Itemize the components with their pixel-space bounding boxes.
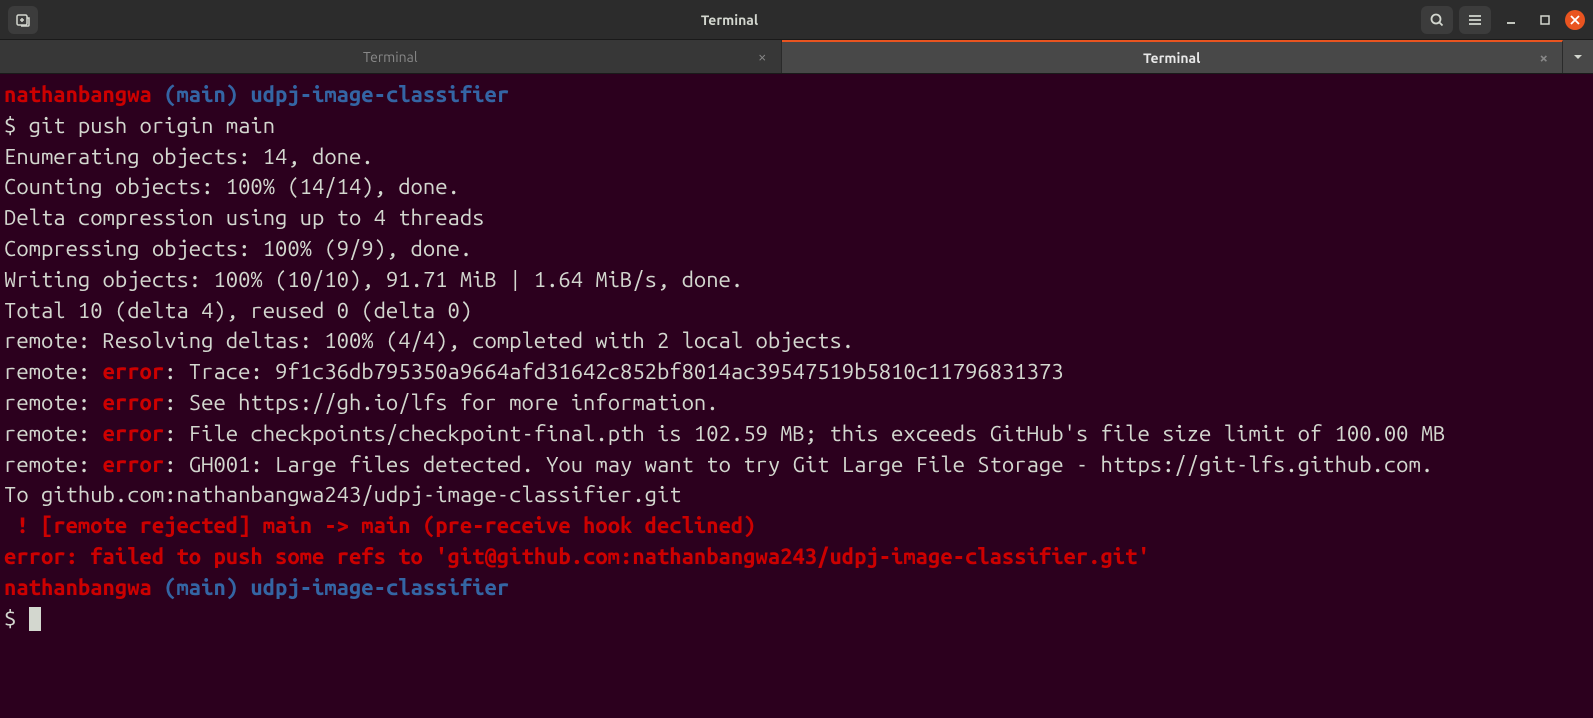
maximize-icon xyxy=(1538,13,1552,27)
error-label: error xyxy=(103,421,165,446)
output-line: : GH001: Large files detected. You may w… xyxy=(164,452,1433,477)
prompt-path: udpj-image-classifier xyxy=(250,82,509,107)
prompt-dollar: $ xyxy=(4,113,16,138)
terminal-output[interactable]: nathanbangwa (main) udpj-image-classifie… xyxy=(0,74,1593,640)
window-title: Terminal xyxy=(38,12,1421,28)
output-line: : See https://gh.io/lfs for more informa… xyxy=(164,390,718,415)
output-line: remote: xyxy=(4,452,103,477)
prompt-dollar: $ xyxy=(4,606,16,631)
error-label: error xyxy=(103,359,165,384)
output-line: Delta compression using up to 4 threads xyxy=(4,205,484,230)
maximize-button[interactable] xyxy=(1531,6,1559,34)
prompt-branch: (main) xyxy=(164,82,238,107)
menu-button[interactable] xyxy=(1459,6,1491,34)
prompt-user: nathanbangwa xyxy=(4,575,152,600)
tab-terminal-1[interactable]: Terminal × xyxy=(0,40,782,73)
tab-terminal-2-active[interactable]: Terminal × xyxy=(782,40,1564,73)
tab-label: Terminal xyxy=(1143,50,1200,66)
titlebar: Terminal xyxy=(0,0,1593,40)
prompt-user: nathanbangwa xyxy=(4,82,152,107)
tabbar: Terminal × Terminal × xyxy=(0,40,1593,74)
minimize-button[interactable] xyxy=(1497,6,1525,34)
cursor xyxy=(29,607,41,631)
output-line: Total 10 (delta 4), reused 0 (delta 0) xyxy=(4,298,472,323)
error-label: error xyxy=(103,390,165,415)
output-line: Enumerating objects: 14, done. xyxy=(4,144,374,169)
new-tab-button[interactable] xyxy=(8,6,38,34)
titlebar-left xyxy=(8,6,38,34)
chevron-down-icon xyxy=(1572,51,1584,63)
output-line: : Trace: 9f1c36db795350a9664afd31642c852… xyxy=(164,359,1063,384)
error-label: error xyxy=(103,452,165,477)
output-line: remote: xyxy=(4,390,103,415)
command-text: git push origin main xyxy=(29,113,275,138)
output-line: To github.com:nathanbangwa243/udpj-image… xyxy=(4,482,682,507)
output-line: remote: xyxy=(4,421,103,446)
tab-label: Terminal xyxy=(363,49,418,65)
output-line: Writing objects: 100% (10/10), 91.71 MiB… xyxy=(4,267,743,292)
rejected-line: ! [remote rejected] main -> main (pre-re… xyxy=(4,513,756,538)
new-tab-icon xyxy=(15,12,31,28)
output-line: Compressing objects: 100% (9/9), done. xyxy=(4,236,472,261)
prompt-path: udpj-image-classifier xyxy=(250,575,509,600)
output-line: : File checkpoints/checkpoint-final.pth … xyxy=(164,421,1445,446)
titlebar-right xyxy=(1421,6,1585,34)
minimize-icon xyxy=(1504,13,1518,27)
tab-close-icon[interactable]: × xyxy=(758,48,766,65)
search-button[interactable] xyxy=(1421,6,1453,34)
output-line: Counting objects: 100% (14/14), done. xyxy=(4,174,460,199)
tab-dropdown-button[interactable] xyxy=(1563,40,1593,73)
search-icon xyxy=(1429,12,1445,28)
hamburger-icon xyxy=(1467,12,1483,28)
tab-close-icon[interactable]: × xyxy=(1540,49,1548,66)
output-line: remote: Resolving deltas: 100% (4/4), co… xyxy=(4,328,854,353)
output-line: remote: xyxy=(4,359,103,384)
prompt-branch: (main) xyxy=(164,575,238,600)
close-button[interactable] xyxy=(1565,10,1585,30)
push-error-line: error: failed to push some refs to 'git@… xyxy=(4,544,1150,569)
close-icon xyxy=(1570,15,1580,25)
